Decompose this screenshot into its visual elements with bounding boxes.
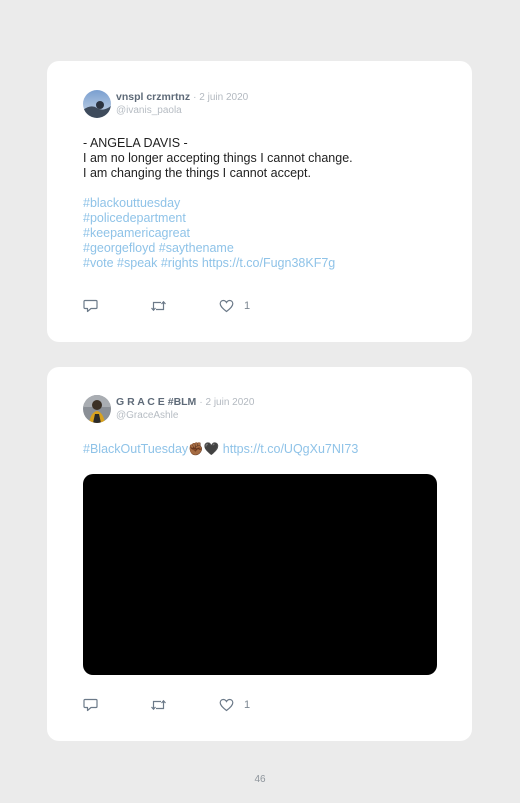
reply-button[interactable] (83, 697, 98, 713)
reply-icon (83, 299, 98, 313)
author-name[interactable]: vnspl crzmrtnz (116, 91, 190, 103)
author-name[interactable]: G R A C E #BLM (116, 396, 196, 408)
retweet-icon (151, 300, 166, 312)
like-button[interactable]: 1 (219, 697, 250, 713)
heart-icon (219, 299, 234, 313)
heart-icon (219, 698, 234, 712)
tweet-date: · 2 juin 2020 (193, 92, 249, 103)
tweet-date: · 2 juin 2020 (199, 397, 255, 408)
hashtag-link[interactable]: #policedepartment (83, 211, 442, 226)
tweet-actions: 1 (83, 298, 283, 314)
text-line: I am changing the things I cannot accept… (83, 166, 311, 180)
page-number: 46 (254, 774, 266, 785)
author-handle[interactable]: @ivanis_paola (116, 105, 182, 116)
tweet-text: - ANGELA DAVIS - I am no longer acceptin… (83, 136, 442, 271)
retweet-icon (151, 699, 166, 711)
hashtag-link[interactable]: #BlackOutTuesday (83, 442, 188, 456)
tweet-card: vnspl crzmrtnz · 2 juin 2020 @ivanis_pao… (47, 61, 472, 342)
hashtag-link[interactable]: #keepamericagreat (83, 226, 442, 241)
author-handle[interactable]: @GraceAshle (116, 410, 178, 421)
avatar[interactable] (83, 90, 111, 118)
reply-icon (83, 698, 98, 712)
retweet-button[interactable] (150, 697, 167, 713)
text-line: I am no longer accepting things I cannot… (83, 151, 353, 165)
like-button[interactable]: 1 (219, 298, 250, 314)
tweet-card: G R A C E #BLM · 2 juin 2020 @GraceAshle… (47, 367, 472, 741)
reply-button[interactable] (83, 298, 98, 314)
video-media[interactable] (83, 474, 437, 675)
emoji: ✊🏾🖤 (188, 442, 220, 456)
text-line: - ANGELA DAVIS - (83, 136, 188, 150)
like-count: 1 (244, 699, 251, 711)
url-link[interactable]: https://t.co/UQgXu7NI73 (223, 442, 359, 456)
like-count: 1 (244, 300, 251, 312)
tweet-text: #BlackOutTuesday✊🏾🖤 https://t.co/UQgXu7N… (83, 442, 442, 457)
hashtag-link[interactable]: #georgefloyd #saythename (83, 241, 442, 256)
hashtag-link[interactable]: #vote #speak #rights https://t.co/Fugn38… (83, 256, 442, 271)
retweet-button[interactable] (150, 298, 167, 314)
hashtag-link[interactable]: #blackouttuesday (83, 196, 442, 211)
tweet-actions: 1 (83, 697, 283, 713)
avatar[interactable] (83, 395, 111, 423)
